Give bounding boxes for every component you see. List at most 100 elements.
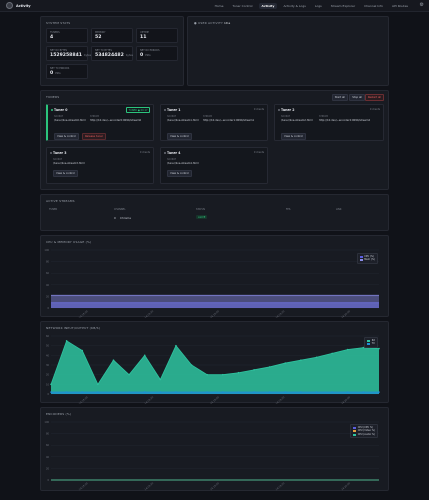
nav-item-channel-info[interactable]: Channel Info bbox=[361, 3, 386, 9]
brand[interactable]: Activity bbox=[6, 2, 31, 9]
data-point bbox=[128, 373, 130, 376]
restart-all-button[interactable]: Restart all bbox=[364, 94, 384, 101]
data-point bbox=[190, 391, 193, 393]
tuner-name: Tuner 0 bbox=[54, 108, 68, 112]
view-control-button[interactable]: View & control bbox=[167, 170, 192, 177]
stat-label: NET TX ERRORS bbox=[50, 67, 70, 70]
y-tick-label: 50 bbox=[46, 345, 50, 348]
tuner-source: /tuner/live-stream3.html bbox=[53, 162, 85, 165]
tuner-name: Tuner 1 bbox=[167, 108, 181, 112]
data-point bbox=[268, 391, 271, 393]
data-point bbox=[112, 359, 115, 361]
legend-swatch bbox=[359, 259, 363, 262]
view-control-button[interactable]: View & control bbox=[53, 170, 78, 177]
data-point bbox=[253, 369, 255, 371]
data-point bbox=[159, 378, 162, 381]
stream-label: STREAM bbox=[90, 115, 100, 118]
active-streams-title: ACTIVE STREAMS bbox=[46, 199, 75, 203]
series-area bbox=[51, 295, 379, 308]
data-point bbox=[284, 391, 287, 393]
active-streams-card: ACTIVE STREAMS TUNER CHANNEL STATUS FPS … bbox=[40, 194, 389, 231]
release-tuner-button[interactable]: Release tuner bbox=[82, 133, 106, 140]
x-tick-label: 14:19:00 bbox=[210, 482, 221, 492]
tuner-status: 0 clients bbox=[139, 151, 150, 154]
nav-item-tuner-control[interactable]: Tuner Control bbox=[229, 3, 255, 9]
nav-item-home[interactable]: Home bbox=[212, 3, 227, 9]
column-header: CHANNEL bbox=[114, 208, 126, 211]
view-control-button[interactable]: View & control bbox=[54, 133, 79, 140]
y-tick-label: 40 bbox=[46, 284, 50, 287]
cpu-memory-chart: 100 80 60 40 20 0 14:18:00 14:18:30 14:19:00 14:1… bbox=[44, 249, 379, 318]
brand-name: Activity bbox=[16, 3, 31, 8]
data-point bbox=[97, 391, 99, 393]
x-tick-label: 14:18:30 bbox=[144, 310, 155, 318]
legend-swatch bbox=[359, 255, 363, 258]
stat-tuners: TUNERS 4 bbox=[46, 28, 88, 43]
y-tick-label: 100 bbox=[44, 421, 49, 424]
y-tick-label: 30 bbox=[46, 364, 50, 367]
tuner-stream-url[interactable]: http://10.dev/~encoder2:9090/stream2 bbox=[319, 119, 379, 122]
stat-label: NET RX BYTES bbox=[50, 49, 68, 52]
view-control-button[interactable]: View & control bbox=[167, 133, 192, 140]
legend-swatch bbox=[353, 426, 357, 429]
legend-swatch bbox=[367, 343, 371, 346]
nav-item-logs[interactable]: Logs bbox=[312, 3, 325, 9]
view-control-button[interactable]: View & control bbox=[281, 133, 306, 140]
nav-item-activity[interactable]: Activity bbox=[258, 3, 278, 9]
stat-uptime: UPTIME 11 bbox=[136, 28, 178, 43]
status-dot bbox=[277, 109, 280, 111]
stream-status-badge: ALIVE bbox=[196, 215, 208, 219]
tuner-stream-url[interactable]: http://10.dev/~encoder0:9090/stream0 bbox=[90, 119, 150, 122]
x-tick-label: 14:18:30 bbox=[144, 396, 155, 404]
start-all-button[interactable]: Start all bbox=[331, 94, 348, 101]
column-header: FPS bbox=[286, 208, 291, 211]
stat-label: NET RX ERRORS bbox=[140, 49, 160, 52]
data-point bbox=[300, 391, 302, 393]
data-point bbox=[378, 391, 380, 393]
gear-icon[interactable]: ⚙ bbox=[420, 3, 424, 8]
data-point bbox=[112, 391, 115, 393]
tuner-card-3[interactable]: Tuner 3 0 clients SOURCE /tuner/live-str… bbox=[46, 147, 154, 184]
tuner-card-0[interactable]: Tuner 0 TUNED ● 00:17 SOURCE /tuner/live… bbox=[46, 104, 154, 141]
chart-legend: CPU (CPU %) CPU (Video %) CPU (Audio %) bbox=[350, 424, 378, 439]
tuner-name: Tuner 4 bbox=[167, 151, 181, 155]
x-tick-label: 14:19:30 bbox=[275, 482, 286, 492]
network-chart: 60 50 40 30 20 10 0 14:18:00 14:18:30 14:19:00 14:… bbox=[46, 335, 380, 404]
data-point bbox=[175, 344, 177, 347]
tuners-title: TUNERS bbox=[46, 95, 60, 99]
x-tick-label: 14:20:00 bbox=[341, 482, 352, 492]
data-point bbox=[346, 348, 349, 351]
stream-label: STREAM bbox=[319, 115, 329, 118]
y-tick-label: 20 bbox=[46, 295, 50, 298]
nav-item-api-routes[interactable]: API Routes bbox=[389, 3, 411, 9]
x-tick-label: 14:18:00 bbox=[78, 482, 89, 492]
data-point bbox=[128, 391, 130, 393]
encoders-card: ENCODERS (%) 100 80 60 40 20 0 14:18:00 14:18:3… bbox=[40, 407, 389, 491]
stat-net-tx-errors: NET TX ERRORS 0 Pkts bbox=[46, 64, 88, 79]
source-label: SOURCE bbox=[54, 115, 64, 118]
tuner-name: Tuner 3 bbox=[53, 151, 67, 155]
nav-item-activity-logs[interactable]: Activity & Logs bbox=[280, 3, 308, 9]
top-bar: Activity Home Tuner Control Activity Act… bbox=[0, 0, 429, 12]
stream-tuner-cell: 0 bbox=[114, 216, 116, 220]
stat-memory: MEMORY 52 bbox=[91, 28, 133, 43]
data-point bbox=[237, 371, 240, 374]
stop-all-button[interactable]: Stop all bbox=[349, 94, 365, 101]
y-tick-label: 20 bbox=[46, 374, 50, 377]
x-tick-label: 14:18:00 bbox=[78, 396, 89, 404]
stream-channel-cell: Chrome bbox=[120, 216, 131, 220]
stat-value: 0 Pkts bbox=[140, 53, 151, 58]
data-point bbox=[222, 373, 224, 376]
tuner-stream-url[interactable]: http://10.dev/~encoder1:9090/stream1 bbox=[203, 119, 263, 122]
data-point bbox=[315, 356, 318, 359]
data-point bbox=[331, 391, 333, 393]
stat-label: NET TX BYTES bbox=[95, 49, 112, 52]
tuner-card-1[interactable]: Tuner 1 0 clients SOURCE /tuner/live-str… bbox=[160, 104, 268, 141]
x-tick-label: 14:19:30 bbox=[275, 310, 286, 318]
nav-item-stream-explorer[interactable]: Stream Explorer bbox=[328, 3, 358, 9]
data-point bbox=[346, 391, 349, 393]
tuner-card-4[interactable]: Tuner 4 0 clients SOURCE /tuner/live-str… bbox=[160, 147, 268, 184]
data-point bbox=[378, 347, 380, 350]
tuner-status-badge: TUNED ● 00:17 bbox=[126, 107, 150, 113]
tuner-card-2[interactable]: Tuner 2 0 clients SOURCE /tuner/live-str… bbox=[274, 104, 384, 141]
